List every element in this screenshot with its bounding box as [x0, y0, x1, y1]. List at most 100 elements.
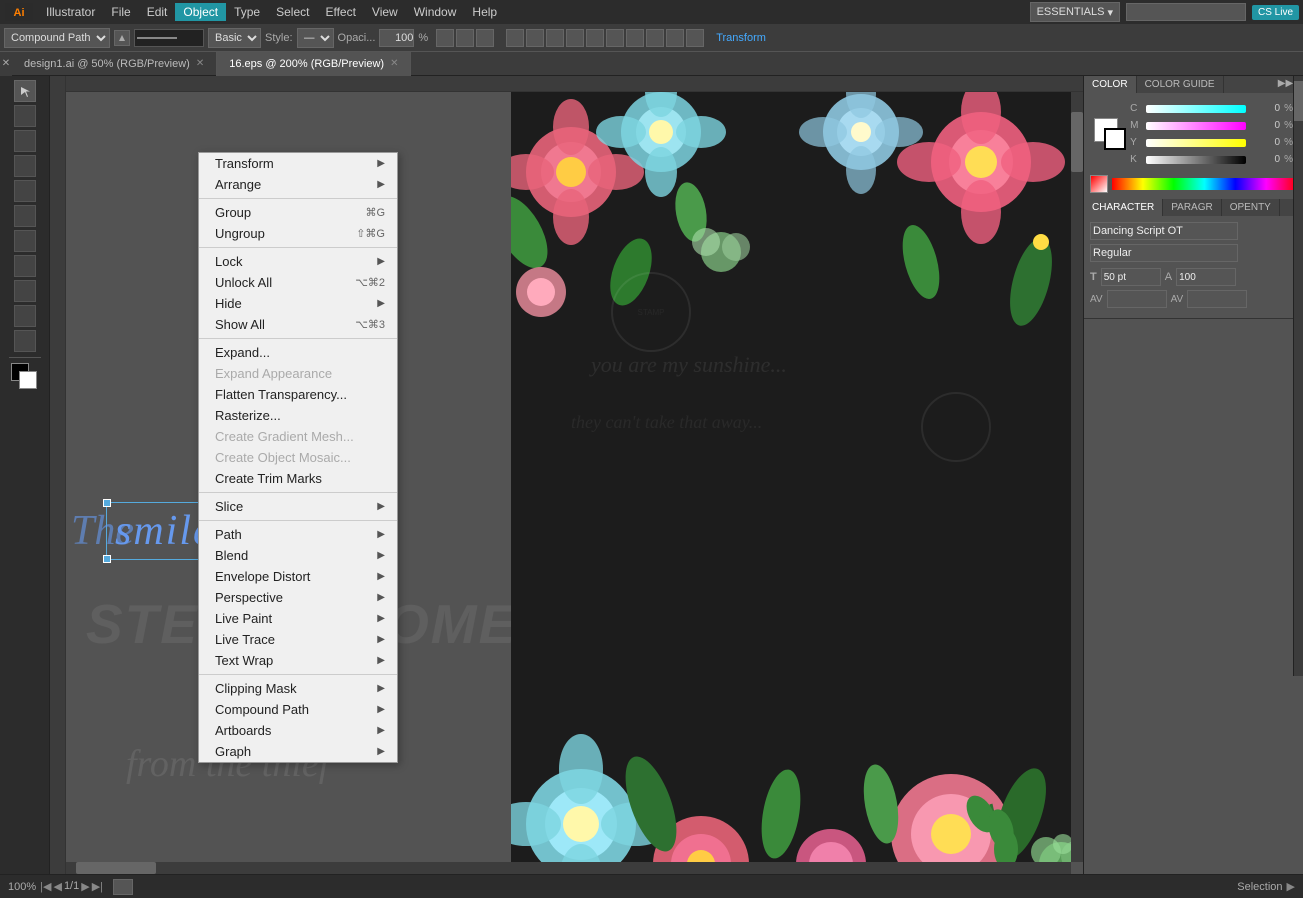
align-icon-10[interactable] — [686, 29, 704, 47]
tab-paragraph[interactable]: PARAGR — [1163, 199, 1222, 216]
color-swatches[interactable] — [11, 363, 39, 391]
menu-item-lock[interactable]: Lock ▶ — [199, 251, 397, 272]
menu-item-unlock-all[interactable]: Unlock All ⌥⌘2 — [199, 272, 397, 293]
menu-item-view[interactable]: View — [364, 3, 406, 21]
menu-item-flatten-transparency[interactable]: Flatten Transparency... — [199, 384, 397, 405]
rotate-tool[interactable] — [14, 230, 36, 252]
nav-last[interactable]: ▶| — [92, 880, 103, 893]
menu-item-create-trim-marks[interactable]: Create Trim Marks — [199, 468, 397, 489]
tab-design1[interactable]: design1.ai @ 50% (RGB/Preview) ✕ — [12, 52, 217, 76]
align-icon-3[interactable] — [546, 29, 564, 47]
menu-item-artboards[interactable]: Artboards ▶ — [199, 720, 397, 741]
nav-next[interactable]: ▶ — [81, 880, 89, 893]
tab-16eps[interactable]: 16.eps @ 200% (RGB/Preview) ✕ — [217, 52, 411, 76]
style-select[interactable]: Basic — [208, 28, 261, 48]
menu-item-window[interactable]: Window — [406, 3, 465, 21]
m-slider[interactable] — [1146, 122, 1246, 130]
leading-input[interactable] — [1176, 268, 1236, 286]
transform-icon-3[interactable] — [476, 29, 494, 47]
pencil-tool[interactable] — [14, 205, 36, 227]
direct-selection-tool[interactable] — [14, 105, 36, 127]
nav-first[interactable]: |◀ — [40, 880, 51, 893]
v-scrollbar-thumb[interactable] — [1071, 112, 1083, 172]
menu-item-expand-appearance[interactable]: Expand Appearance — [199, 363, 397, 384]
font-name-input[interactable] — [1090, 222, 1238, 240]
menu-item-hide[interactable]: Hide ▶ — [199, 293, 397, 314]
pen-tool[interactable] — [14, 130, 36, 152]
transform-icon-1[interactable] — [436, 29, 454, 47]
color-spectrum[interactable] — [1112, 178, 1297, 190]
stroke-swatch[interactable] — [1104, 128, 1126, 150]
close-tab-icon[interactable]: ✕ — [0, 52, 12, 76]
gradient-tool[interactable] — [14, 280, 36, 302]
tracking-input[interactable] — [1107, 290, 1167, 308]
menu-item-text-wrap[interactable]: Text Wrap ▶ — [199, 650, 397, 671]
menu-item-blend[interactable]: Blend ▶ — [199, 545, 397, 566]
y-slider[interactable] — [1146, 139, 1246, 147]
tab-character[interactable]: CHARACTER — [1084, 199, 1163, 216]
menu-item-arrange[interactable]: Arrange ▶ — [199, 174, 397, 195]
style2-select[interactable]: — — [297, 28, 334, 48]
align-icon-1[interactable] — [506, 29, 524, 47]
menu-item-perspective[interactable]: Perspective ▶ — [199, 587, 397, 608]
menu-item-ungroup[interactable]: Ungroup ⇧⌘G — [199, 223, 397, 244]
align-icon-7[interactable] — [626, 29, 644, 47]
transform-icon-2[interactable] — [456, 29, 474, 47]
menu-item-clipping-mask[interactable]: Clipping Mask ▶ — [199, 678, 397, 699]
menu-item-type[interactable]: Type — [226, 3, 268, 21]
menu-item-expand[interactable]: Expand... — [199, 342, 397, 363]
align-icon-6[interactable] — [606, 29, 624, 47]
bound-icon[interactable] — [114, 30, 130, 46]
menu-item-transform[interactable]: Transform ▶ — [199, 153, 397, 174]
menu-item-edit[interactable]: Edit — [139, 3, 176, 21]
menu-item-file[interactable]: File — [103, 3, 138, 21]
k-slider[interactable] — [1146, 156, 1246, 164]
tab-color-guide[interactable]: COLOR GUIDE — [1137, 76, 1224, 93]
handle-tl[interactable] — [103, 499, 111, 507]
nav-prev[interactable]: ◀ — [53, 880, 61, 893]
menu-item-show-all[interactable]: Show All ⌥⌘3 — [199, 314, 397, 335]
tab-opentype[interactable]: OPENTY — [1222, 199, 1280, 216]
fill-stroke-swatches[interactable] — [1094, 118, 1126, 154]
menu-item-graph[interactable]: Graph ▶ — [199, 741, 397, 762]
tab-design1-close[interactable]: ✕ — [196, 58, 204, 69]
right-scrollbar[interactable] — [1293, 76, 1303, 676]
align-icon-9[interactable] — [666, 29, 684, 47]
h-scrollbar[interactable] — [66, 862, 1071, 874]
h-scrollbar-thumb[interactable] — [76, 862, 156, 874]
bound-select[interactable]: Compound Path — [4, 28, 110, 48]
handle-bl[interactable] — [103, 555, 111, 563]
scale-tool[interactable] — [14, 255, 36, 277]
status-thumbnail[interactable] — [113, 879, 133, 895]
gradient-preview[interactable] — [1090, 175, 1108, 193]
menu-item-create-gradient-mesh[interactable]: Create Gradient Mesh... — [199, 426, 397, 447]
align-icon-5[interactable] — [586, 29, 604, 47]
menu-item-path[interactable]: Path ▶ — [199, 524, 397, 545]
align-icon-2[interactable] — [526, 29, 544, 47]
v-scrollbar[interactable] — [1071, 92, 1083, 862]
menu-item-help[interactable]: Help — [464, 3, 505, 21]
right-scrollbar-thumb[interactable] — [1294, 81, 1303, 121]
opacity-input[interactable] — [379, 29, 414, 47]
font-style-input[interactable] — [1090, 244, 1238, 262]
transform-link[interactable]: Transform — [716, 32, 766, 44]
menu-item-envelope-distort[interactable]: Envelope Distort ▶ — [199, 566, 397, 587]
menu-item-slice[interactable]: Slice ▶ — [199, 496, 397, 517]
search-input[interactable] — [1126, 3, 1246, 21]
tab-color[interactable]: COLOR — [1084, 76, 1137, 93]
menu-item-rasterize[interactable]: Rasterize... — [199, 405, 397, 426]
menu-item-compound-path[interactable]: Compound Path ▶ — [199, 699, 397, 720]
tab-16eps-close[interactable]: ✕ — [390, 58, 398, 69]
menu-item-live-trace[interactable]: Live Trace ▶ — [199, 629, 397, 650]
eyedropper-tool[interactable] — [14, 305, 36, 327]
menu-item-group[interactable]: Group ⌘G — [199, 202, 397, 223]
essentials-button[interactable]: ESSENTIALS ▾ — [1030, 2, 1120, 22]
menu-item-select[interactable]: Select — [268, 3, 317, 21]
menu-item-create-object-mosaic[interactable]: Create Object Mosaic... — [199, 447, 397, 468]
paintbrush-tool[interactable] — [14, 180, 36, 202]
menu-item-illustrator[interactable]: Illustrator — [38, 3, 103, 21]
align-icon-8[interactable] — [646, 29, 664, 47]
menu-item-effect[interactable]: Effect — [317, 3, 363, 21]
menu-item-live-paint[interactable]: Live Paint ▶ — [199, 608, 397, 629]
kerning-input[interactable] — [1187, 290, 1247, 308]
